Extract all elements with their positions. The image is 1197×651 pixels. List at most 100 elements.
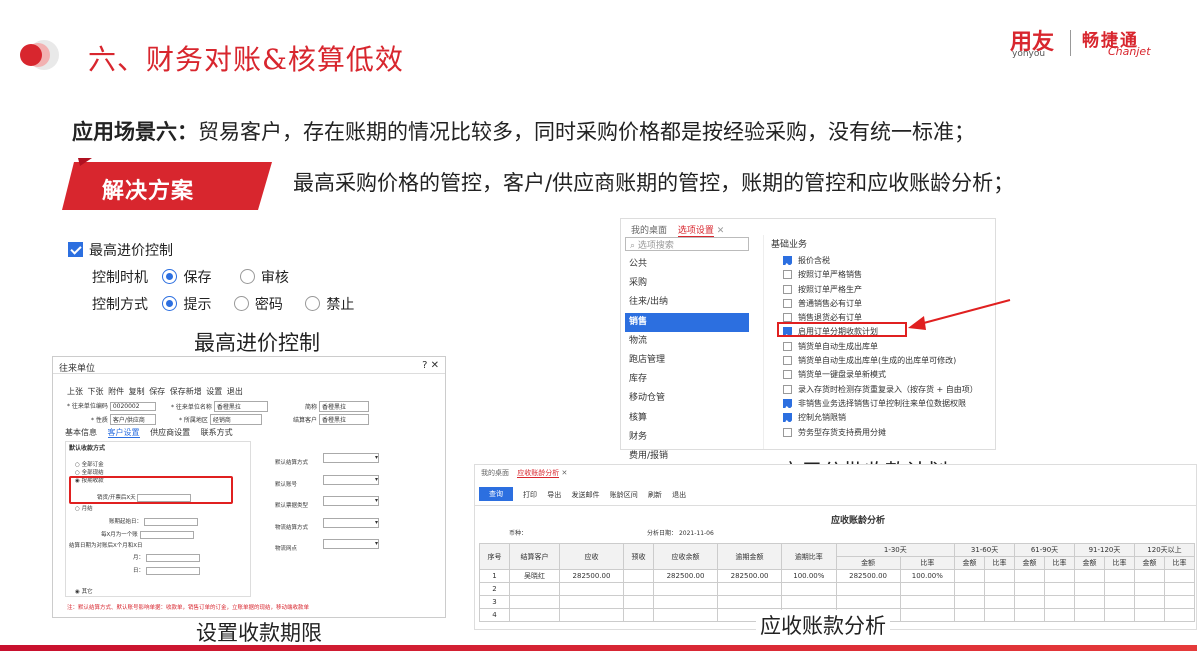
option-label: 控制允销限销 — [798, 413, 846, 423]
table-cell — [1133, 569, 1165, 583]
price-control-panel: 最高进价控制 控制时机 保存 审核 控制方式 提示 密码 禁止 — [60, 236, 390, 316]
option-label: 销货单自动生成出库单 — [798, 341, 878, 351]
option-checkbox[interactable] — [783, 341, 792, 351]
table-cell — [835, 582, 901, 596]
price-control-checkbox[interactable] — [68, 242, 83, 257]
option-checkbox[interactable] — [783, 284, 792, 294]
mode-prompt-radio[interactable]: 提示 — [162, 296, 211, 313]
table-cell: 2 — [479, 582, 510, 596]
option-label: 销货单一键盘录单新模式 — [798, 370, 886, 380]
settle-field[interactable]: 香橙黑拉 — [318, 414, 369, 425]
table-cell: 100.00% — [899, 569, 956, 583]
attr-select[interactable]: 客户/供应商 — [109, 414, 156, 425]
ar-col-header: 逾期金额 — [717, 543, 783, 570]
abbr-field[interactable]: 香橙黑拉 — [318, 401, 369, 412]
table-cell: 282500.00 — [652, 569, 719, 583]
option-label: 按照订单严格销售 — [798, 270, 862, 280]
table-cell — [1044, 608, 1075, 622]
mode-password-radio[interactable]: 密码 — [233, 296, 283, 313]
option-checkbox[interactable] — [783, 413, 792, 423]
options-nav[interactable]: 公共 采购 往来/出纳 销售 物流 跑店管理 库存 移动仓管 核算 财务 费用/报销 — [625, 255, 749, 466]
table-row: 3 — [479, 595, 1196, 609]
option-checkbox[interactable] — [783, 370, 792, 380]
option-item[interactable]: 录入存货时检测存货重复录入（按存货 + 自由项） — [783, 383, 978, 397]
option-label: 报价含税 — [798, 256, 830, 265]
ar-col-header: 预收 — [623, 543, 654, 570]
close-icon[interactable]: ? ✕ — [422, 360, 439, 371]
caption-price-control: 最高进价控制 — [194, 331, 320, 355]
page-title: 六、财务对账&核算低效 — [88, 43, 404, 76]
ar-tabs[interactable]: 我的桌面 应收账龄分析 ✕ — [481, 468, 567, 478]
name-field[interactable]: 香橙黑拉 — [213, 401, 268, 412]
option-item[interactable]: 销货单自动生成出库单(生成的出库单可修改) — [783, 354, 978, 368]
timing-save-radio[interactable]: 保存 — [162, 269, 211, 286]
scene-line-1: 应用场景六：贸易客户，存在账期的情况比较多，同时采购价格都是按经验采购，没有统一… — [72, 120, 975, 144]
table-row: 2 — [479, 582, 1196, 596]
logo-divider — [1070, 30, 1071, 56]
option-checkbox[interactable] — [783, 298, 792, 308]
option-item[interactable]: 报价含税 — [783, 254, 978, 268]
option-checkbox[interactable] — [783, 427, 792, 437]
option-item[interactable]: 销货单一键盘录单新模式 — [783, 368, 978, 382]
option-highlight — [777, 322, 907, 337]
table-cell — [984, 582, 1016, 596]
ar-range-header: 61-90天 — [1014, 543, 1075, 557]
table-cell — [652, 595, 719, 609]
day-field[interactable] — [145, 566, 200, 575]
option-checkbox[interactable] — [783, 270, 792, 280]
option-item[interactable]: 劳务型存货支持费用分摊 — [783, 426, 978, 440]
table-cell — [1014, 608, 1046, 622]
month-input[interactable] — [139, 530, 194, 539]
partner-window: 往来单位 ? ✕ 上张 下张 附件 复制 保存 保存新增 设置 退出 * 往来单… — [52, 356, 446, 618]
table-cell — [1044, 595, 1075, 609]
table-cell: 282500.00 — [717, 569, 783, 583]
table-cell: 100.00% — [781, 569, 837, 583]
options-tabs[interactable]: 我的桌面 选项设置 ✕ — [631, 223, 724, 238]
ar-sub-header: 比率 — [1044, 556, 1075, 570]
options-search[interactable]: ⌕ 选项搜索 — [625, 237, 749, 251]
table-cell — [1103, 595, 1135, 609]
table-cell — [558, 608, 625, 622]
table-cell — [1163, 569, 1196, 583]
area-select[interactable]: 经销商 — [209, 414, 262, 425]
table-cell — [623, 595, 654, 609]
table-cell — [508, 595, 560, 609]
options-list[interactable]: 报价含税 按照订单严格销售 按照订单严格生产 普通销售必有订单 销售退货必有订单 启用订单… — [783, 254, 978, 440]
ar-sub-header: 比率 — [984, 556, 1016, 570]
option-item[interactable]: 销货单自动生成出库单 — [783, 340, 978, 354]
mode-forbid-radio[interactable]: 禁止 — [305, 296, 354, 313]
option-checkbox[interactable] — [783, 384, 792, 394]
query-button[interactable]: 查询 — [479, 487, 513, 501]
option-checkbox[interactable] — [783, 398, 792, 408]
caption-receipt-period: 设置收款期限 — [196, 621, 322, 645]
right-fields: 默认结算方式 默认账号 默认票据类型 物流结算方式 物流网点 — [275, 460, 309, 552]
partner-tabs[interactable]: 基本信息 客户设置 供应商设置 联系方式 — [65, 427, 233, 438]
option-item[interactable]: 按照订单严格销售 — [783, 268, 978, 282]
option-checkbox[interactable] — [783, 313, 792, 323]
table-cell — [1074, 608, 1105, 622]
table-cell — [1133, 608, 1165, 622]
option-label: 销售退货必有订单 — [798, 313, 862, 323]
ar-range-header: 91-120天 — [1074, 543, 1135, 557]
table-cell — [1163, 608, 1196, 622]
ar-col-header: 序号 — [479, 543, 510, 570]
option-label: 普通销售必有订单 — [798, 298, 862, 308]
option-checkbox[interactable] — [783, 256, 792, 265]
right-selects[interactable]: ▾ ▾ ▾ ▾ ▾ — [323, 453, 379, 559]
month-field[interactable] — [145, 553, 200, 562]
code-field[interactable]: 0020002 — [109, 402, 156, 411]
days-input[interactable] — [137, 493, 192, 502]
option-item[interactable]: 控制允销限销 — [783, 411, 978, 425]
timing-audit-radio[interactable]: 审核 — [239, 269, 289, 286]
ar-col-header: 逾期比率 — [781, 543, 837, 570]
ar-toolbar[interactable]: 打印 导出 发送邮件 账龄区间 刷新 退出 — [523, 490, 686, 500]
footer-bar — [0, 645, 1197, 651]
table-cell — [954, 608, 986, 622]
table-cell: 282500.00 — [835, 569, 901, 583]
timing-label: 控制时机 — [92, 270, 148, 286]
option-item[interactable]: 按照订单严格生产 — [783, 283, 978, 297]
start-date-input[interactable] — [143, 517, 198, 526]
option-checkbox[interactable] — [783, 356, 792, 366]
option-item[interactable]: 非销售业务选择销售订单控制往来单位数据权限 — [783, 397, 978, 411]
partner-toolbar[interactable]: 上张 下张 附件 复制 保存 保存新增 设置 退出 — [67, 386, 243, 397]
